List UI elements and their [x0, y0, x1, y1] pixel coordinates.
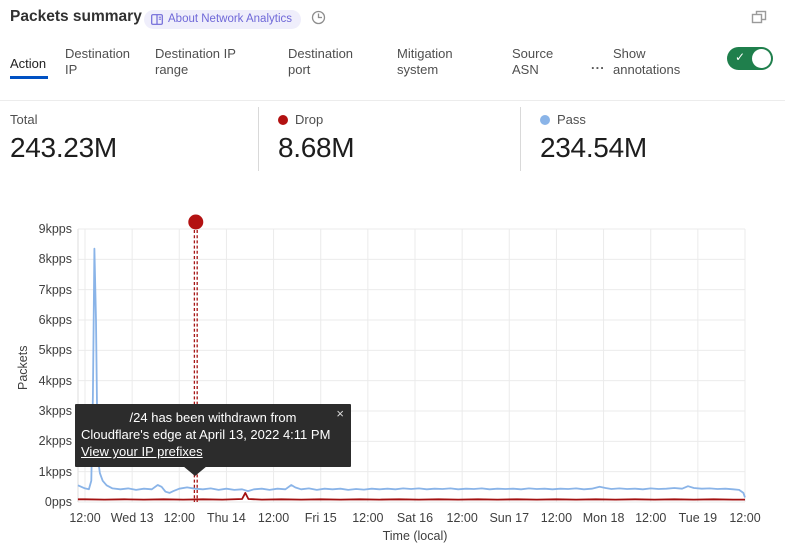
drop-legend-dot	[278, 115, 288, 125]
y-tick-label: 8kpps	[2, 252, 72, 266]
stat-pass-value: 234.54M	[540, 132, 647, 164]
packets-summary-panel: Packets summary About Network Analytics …	[0, 0, 785, 555]
drop-series-line	[78, 493, 745, 500]
stat-pass[interactable]: Pass 234.54M	[540, 112, 647, 164]
more-tabs-button[interactable]: ...	[591, 57, 605, 72]
about-network-analytics-badge[interactable]: About Network Analytics	[144, 10, 301, 29]
tooltip-line2: Cloudflare's edge at April 13, 2022 4:11…	[81, 426, 345, 443]
y-tick-label: 0pps	[2, 495, 72, 509]
stat-total-label: Total	[10, 112, 37, 127]
tab-destination-ip-range[interactable]: Destination IP range	[155, 46, 247, 78]
stat-pass-label: Pass	[557, 112, 586, 127]
annotation-tooltip: × /24 has been withdrawn from Cloudflare…	[75, 404, 351, 467]
packets-chart[interactable]	[78, 214, 750, 512]
show-annotations-toggle[interactable]: ✓	[727, 47, 773, 70]
y-tick-label: 6kpps	[2, 313, 72, 327]
stats-divider	[258, 107, 259, 171]
annotation-dot	[188, 215, 203, 230]
stat-drop[interactable]: Drop 8.68M	[278, 112, 354, 164]
y-tick-label: 2kpps	[2, 434, 72, 448]
y-tick-label: 7kpps	[2, 283, 72, 297]
toggle-knob	[752, 49, 771, 68]
stat-drop-label: Drop	[295, 112, 323, 127]
stat-drop-value: 8.68M	[278, 132, 354, 164]
y-tick-label: 5kpps	[2, 343, 72, 357]
tab-source-asn[interactable]: Source ASN	[512, 46, 564, 78]
stat-total[interactable]: Total 243.23M	[10, 112, 117, 164]
show-annotations-label: Show annotations	[613, 46, 703, 78]
active-tab-underline	[10, 76, 48, 79]
y-tick-label: 9kpps	[2, 222, 72, 236]
y-tick-label: 1kpps	[2, 465, 72, 479]
tooltip-line1: /24 has been withdrawn from	[81, 409, 345, 426]
stats-divider	[520, 107, 521, 171]
y-tick-label: 3kpps	[2, 404, 72, 418]
badge-label: About Network Analytics	[168, 10, 292, 29]
clock-icon	[311, 10, 326, 30]
x-tick-label: 12:00	[715, 511, 775, 525]
book-icon	[151, 14, 163, 25]
x-axis-title: Time (local)	[300, 529, 530, 543]
tooltip-caret	[183, 466, 207, 476]
check-icon: ✓	[735, 50, 745, 64]
tabs-divider	[0, 100, 785, 101]
expand-icon[interactable]	[751, 10, 768, 31]
y-tick-label: 4kpps	[2, 374, 72, 388]
stat-total-value: 243.23M	[10, 132, 117, 164]
tab-mitigation-system[interactable]: Mitigation system	[397, 46, 475, 78]
tab-destination-port[interactable]: Destination port	[288, 46, 366, 78]
tab-action[interactable]: Action	[10, 56, 46, 72]
close-icon[interactable]: ×	[336, 405, 344, 422]
tab-destination-ip[interactable]: Destination IP	[65, 46, 137, 78]
view-ip-prefixes-link[interactable]: View your IP prefixes	[81, 444, 203, 459]
pass-legend-dot	[540, 115, 550, 125]
page-title: Packets summary	[10, 8, 142, 26]
